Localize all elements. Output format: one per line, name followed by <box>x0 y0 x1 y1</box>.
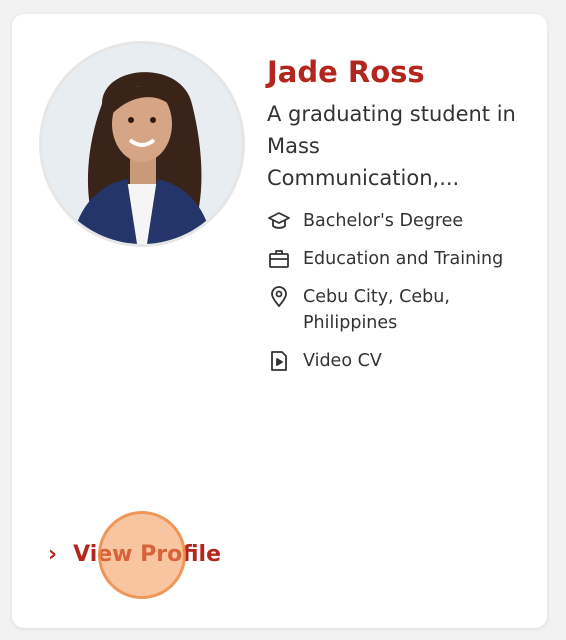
avatar <box>39 41 245 247</box>
view-profile-link[interactable]: › View Profile <box>48 542 221 567</box>
detail-text: Bachelor's Degree <box>303 211 464 231</box>
detail-text: Education and Training <box>303 249 504 269</box>
view-profile-label: View Profile <box>73 542 222 567</box>
profile-info: Jade Ross A graduating student in Mass C… <box>267 54 537 386</box>
briefcase-icon <box>267 246 291 272</box>
profile-name: Jade Ross <box>267 55 425 89</box>
location-pin-icon <box>267 284 291 310</box>
detail-text: Cebu City, Cebu, Philippines <box>303 287 450 333</box>
chevron-right-icon: › <box>48 542 58 567</box>
detail-text: Video CV <box>303 351 382 371</box>
detail-degree: Bachelor's Degree <box>267 208 537 234</box>
profile-card: Jade Ross A graduating student in Mass C… <box>12 14 547 628</box>
profile-details: Bachelor's Degree Education and Training <box>267 208 537 374</box>
detail-video-cv: Video CV <box>267 348 537 374</box>
profile-bio: A graduating student in Mass Communicati… <box>267 102 516 190</box>
avatar-photo <box>42 44 242 244</box>
video-file-icon <box>267 348 291 374</box>
detail-location: Cebu City, Cebu, Philippines <box>267 284 537 336</box>
graduation-cap-icon <box>267 208 291 234</box>
detail-industry: Education and Training <box>267 246 537 272</box>
